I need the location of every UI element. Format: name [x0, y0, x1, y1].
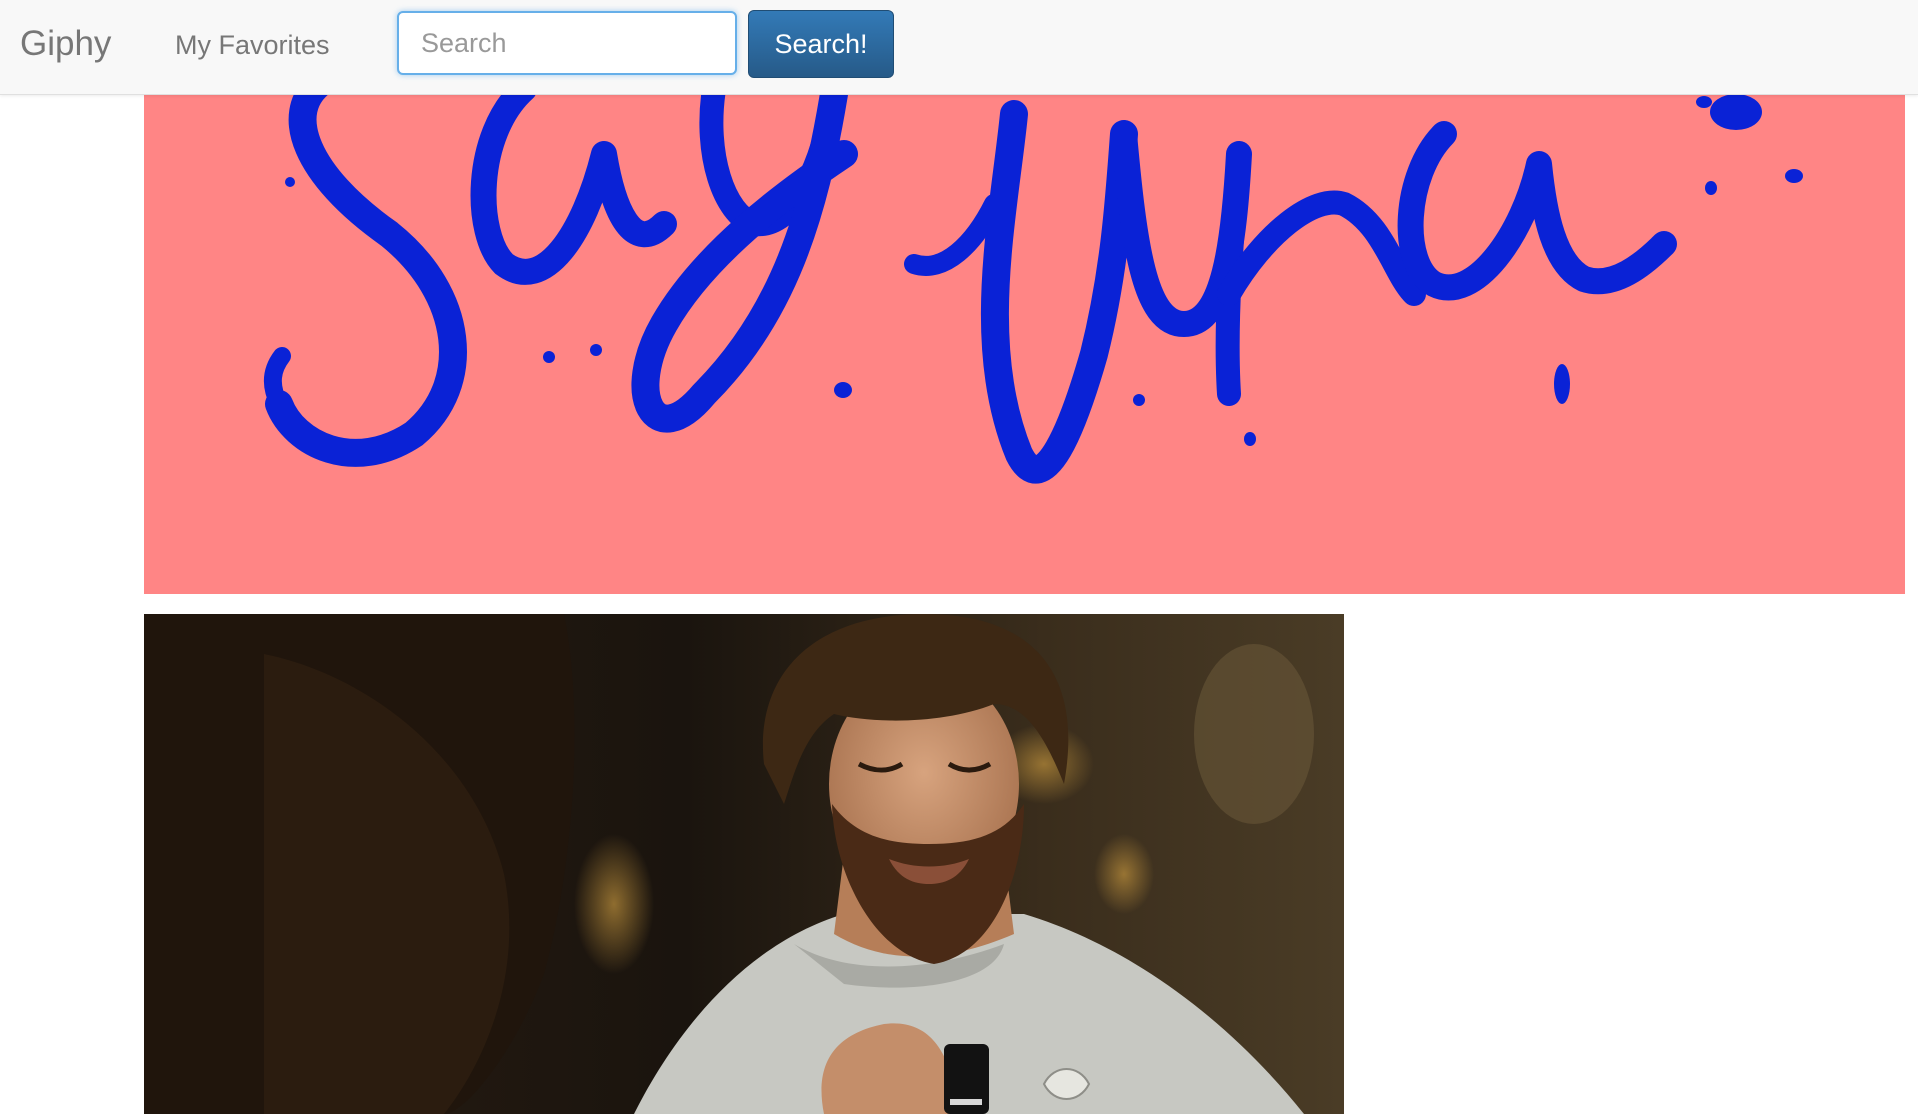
search-input[interactable] [397, 11, 737, 75]
lettering-graphic [144, 94, 1905, 594]
nav-my-favorites-link[interactable]: My Favorites [175, 28, 330, 62]
gif-lettering-image[interactable] [144, 94, 1905, 594]
search-button[interactable]: Search! [748, 10, 894, 78]
top-navbar: Giphy My Favorites Search! [0, 0, 1918, 95]
gif-bearded-man-image[interactable] [144, 614, 1344, 1114]
gif-results-list [0, 0, 1918, 1120]
photo-graphic [144, 614, 1344, 1114]
brand-logo-link[interactable]: Giphy [20, 24, 111, 64]
